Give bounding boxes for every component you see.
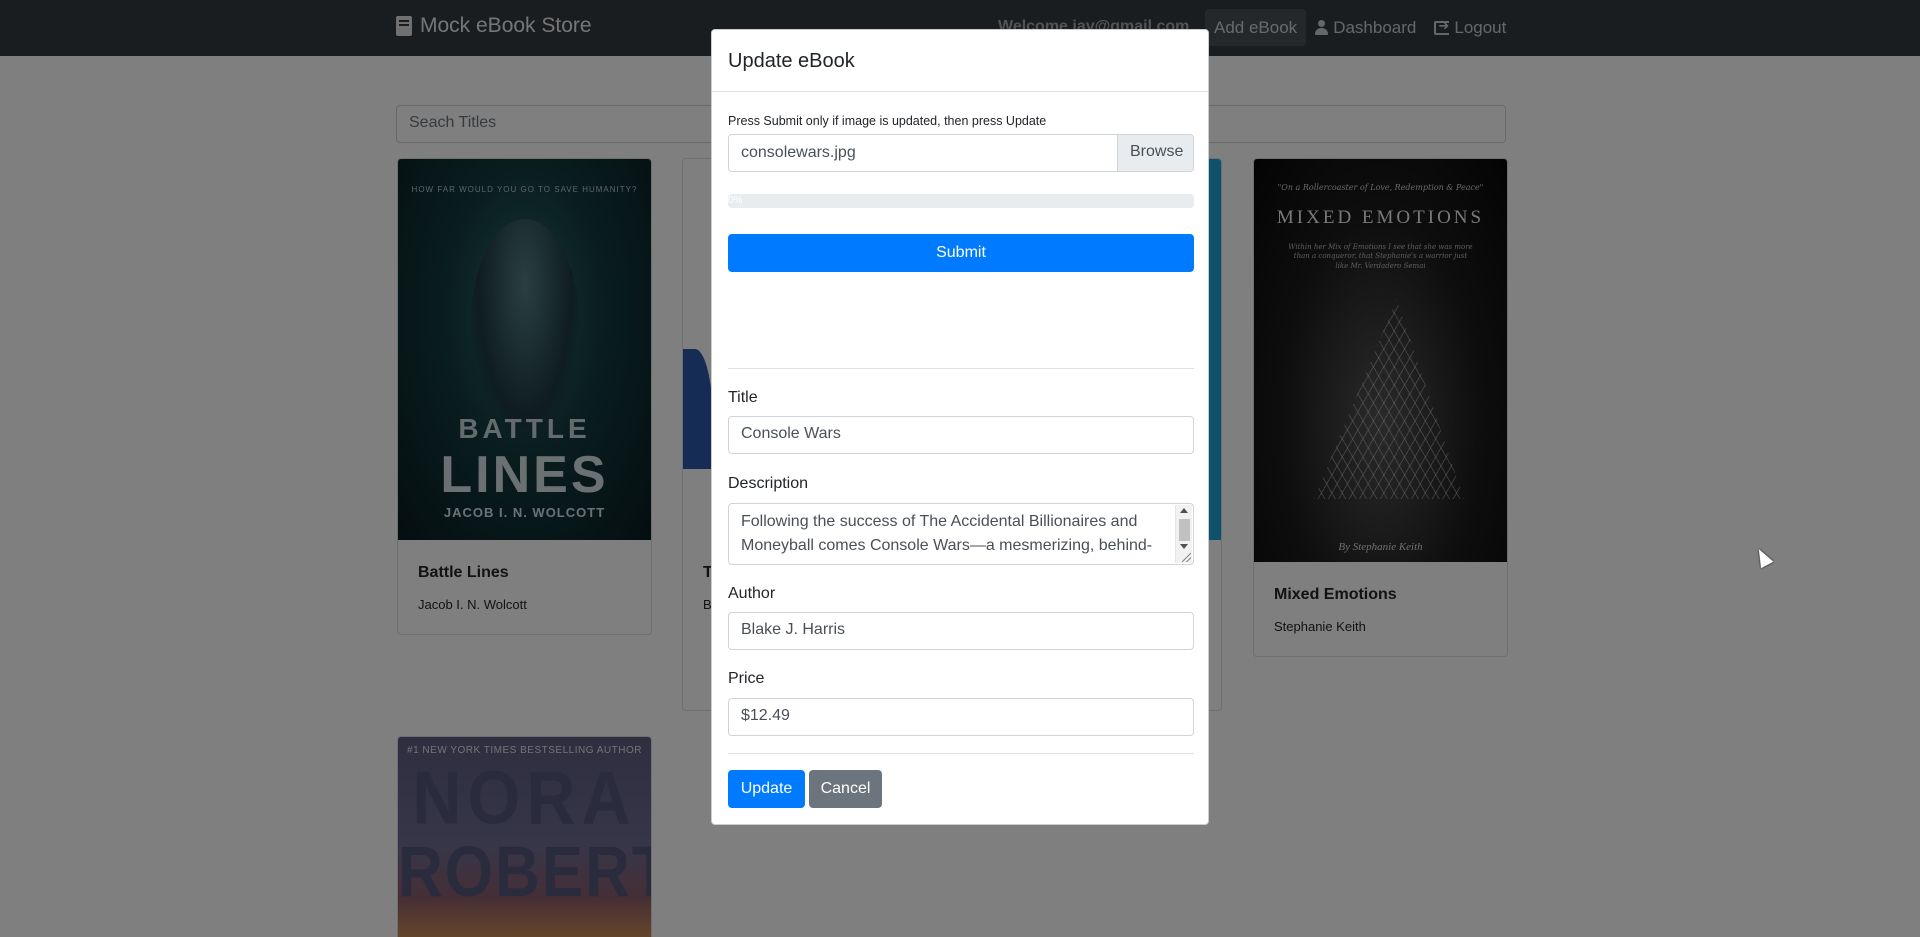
submit-button[interactable]: Submit: [728, 234, 1194, 272]
upload-progress-label: 0%: [728, 195, 743, 206]
modal-header: Update eBook: [712, 30, 1208, 92]
scroll-down-icon[interactable]: [1180, 544, 1188, 549]
author-label: Author: [728, 585, 776, 602]
upload-hint: Press Submit only if image is updated, t…: [728, 114, 1047, 128]
price-input[interactable]: $12.49: [728, 698, 1194, 736]
title-input[interactable]: Console Wars: [728, 416, 1194, 454]
price-label: Price: [728, 670, 765, 687]
browse-button[interactable]: Browse: [1117, 135, 1193, 171]
image-file-input[interactable]: consolewars.jpg Browse: [728, 134, 1194, 172]
file-name: consolewars.jpg: [741, 144, 856, 161]
update-button[interactable]: Update: [728, 770, 805, 808]
upload-progress: 0%: [728, 194, 1194, 208]
title-label: Title: [728, 389, 758, 406]
author-input[interactable]: Blake J. Harris: [728, 612, 1194, 650]
scroll-up-icon[interactable]: [1180, 508, 1188, 513]
scroll-thumb[interactable]: [1179, 519, 1190, 541]
description-text: Following the success of The Accidental …: [741, 513, 1153, 554]
cancel-button[interactable]: Cancel: [809, 770, 882, 808]
modal-footer-divider: [728, 753, 1194, 754]
divider: [728, 368, 1194, 369]
description-textarea[interactable]: Following the success of The Accidental …: [728, 503, 1194, 565]
resize-handle-icon[interactable]: [1182, 553, 1191, 562]
description-label: Description: [728, 475, 809, 492]
update-ebook-modal: Update eBook Press Submit only if image …: [711, 29, 1209, 825]
modal-title: Update eBook: [728, 50, 855, 72]
